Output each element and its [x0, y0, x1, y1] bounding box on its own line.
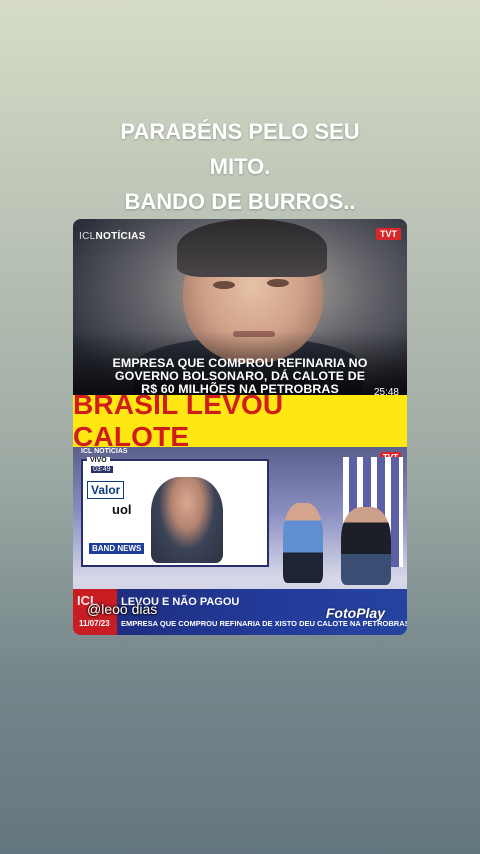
icl-noticias-logo: ICLNOTÍCIAS — [79, 231, 146, 242]
watermark-handle: @leoo dias — [87, 601, 158, 617]
person-eye-left — [213, 281, 235, 289]
news-still-top: ICLNOTÍCIAS TVT EMPRESA QUE COMPROU REFI… — [73, 219, 407, 398]
valor-logo: Valor — [87, 481, 125, 499]
caption-line-1: PARABÉNS PELO SEU — [120, 119, 360, 144]
live-label: VIVO — [87, 457, 110, 464]
yellow-banner: BRASIL LEVOU CALOTE — [73, 389, 407, 452]
host-right — [341, 507, 391, 585]
person-eye-right — [267, 279, 289, 287]
caption-line-2: MITO. — [209, 154, 271, 179]
story-caption: PARABÉNS PELO SEU MITO. BANDO DE BURROS.… — [0, 114, 480, 219]
news-still-bottom: Valor uol BAND NEWS ICL NOTÍCIAS VIVO 03… — [73, 447, 407, 635]
studio-screen: Valor uol BAND NEWS — [81, 459, 269, 567]
host-left — [283, 503, 323, 583]
remote-guest — [151, 477, 223, 563]
tvt-badge: TVT — [376, 228, 401, 240]
banner-text: BRASIL LEVOU CALOTE — [73, 389, 284, 452]
fotoplay-watermark: FotoPlay — [325, 605, 385, 621]
lower-third-date: 11/07/23 — [79, 619, 110, 628]
band-news-logo: BAND NEWS — [89, 543, 145, 554]
live-clock: 03:49 — [91, 466, 113, 473]
video-post-card[interactable]: ICLNOTÍCIAS TVT EMPRESA QUE COMPROU REFI… — [73, 219, 407, 635]
icl-small-logo: ICL NOTÍCIAS — [81, 448, 128, 455]
uol-logo: uol — [109, 501, 135, 518]
person-hair — [177, 219, 327, 277]
caption-line-3: BANDO DE BURROS.. — [124, 189, 356, 214]
